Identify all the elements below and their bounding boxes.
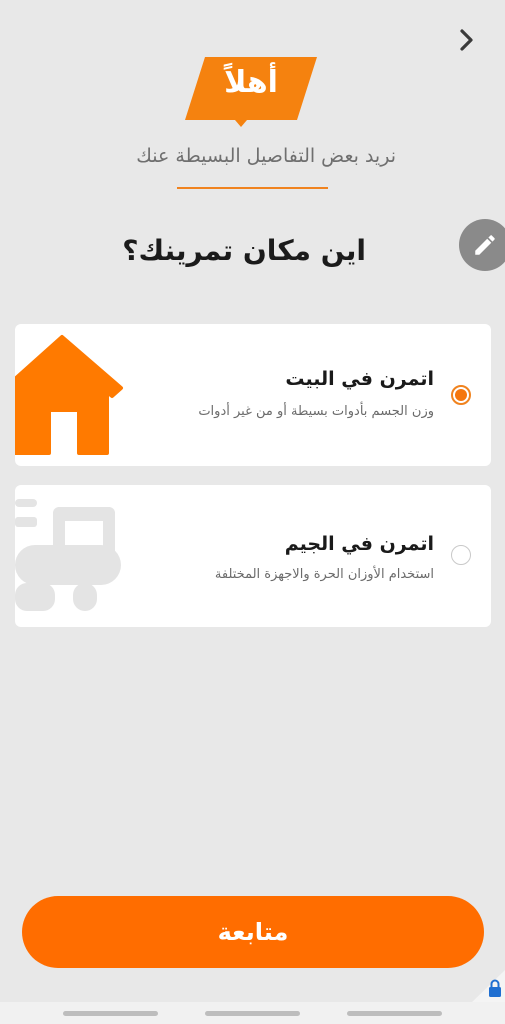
house-icon xyxy=(15,335,123,455)
lock-icon[interactable] xyxy=(470,970,505,1004)
radio-gym[interactable] xyxy=(451,545,471,565)
option-desc-home: وزن الجسم بأدوات بسيطة أو من غير أدوات xyxy=(198,404,434,419)
nav-indicator-right[interactable] xyxy=(347,1011,442,1016)
option-title-gym: اتمرن في الجيم xyxy=(284,533,434,555)
nav-indicator-left[interactable] xyxy=(63,1011,158,1016)
option-card-home[interactable]: اتمرن في البيت وزن الجسم بأدوات بسيطة أو… xyxy=(15,324,491,466)
chevron-right-icon xyxy=(460,29,473,51)
gym-machine-icon xyxy=(15,499,121,611)
nav-indicator-center[interactable] xyxy=(205,1011,300,1016)
title-divider xyxy=(177,187,328,189)
option-title-home: اتمرن في البيت xyxy=(285,368,434,390)
workout-location-question: اين مكان تمرينك؟ xyxy=(122,234,366,267)
system-nav-bar xyxy=(0,1002,505,1024)
radio-home[interactable] xyxy=(451,385,471,405)
edit-button[interactable] xyxy=(459,219,505,271)
welcome-title: أهلاً xyxy=(224,65,278,100)
back-button[interactable] xyxy=(450,24,482,56)
option-desc-gym: استخدام الأوزان الحرة والاجهزة المختلفة xyxy=(214,567,434,582)
welcome-badge: أهلاً xyxy=(185,57,317,127)
screen: أهلاً نريد بعض التفاصيل البسيطة عنك اين … xyxy=(0,0,505,1024)
option-card-gym[interactable]: اتمرن في الجيم استخدام الأوزان الحرة وال… xyxy=(15,485,491,627)
continue-button[interactable]: متابعة xyxy=(22,896,484,968)
page-subtitle: نريد بعض التفاصيل البسيطة عنك xyxy=(136,145,396,167)
pencil-icon xyxy=(475,235,495,255)
